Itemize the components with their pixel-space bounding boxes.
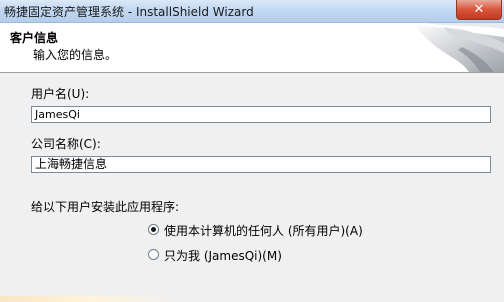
page-subtitle: 输入您的信息。 bbox=[33, 48, 118, 62]
username-label: 用户名(U): bbox=[31, 87, 90, 101]
install-for-label: 给以下用户安装此应用程序: bbox=[31, 200, 180, 214]
title-bar: 畅捷固定资产管理系统 - InstallShield Wizard ✕ bbox=[0, 0, 504, 23]
form-content: 用户名(U): JamesQi 公司名称(C): 上海畅捷信息 给以下用户安装此… bbox=[0, 73, 504, 302]
username-field[interactable]: JamesQi bbox=[31, 106, 491, 123]
radio-only-me[interactable] bbox=[148, 249, 159, 260]
option-all-users-label[interactable]: 使用本计算机的任何人 (所有用户)(A) bbox=[164, 222, 363, 239]
company-field[interactable]: 上海畅捷信息 bbox=[31, 156, 491, 173]
close-icon: ✕ bbox=[473, 2, 485, 17]
company-label: 公司名称(C): bbox=[31, 137, 101, 151]
close-button[interactable]: ✕ bbox=[456, 0, 502, 20]
option-only-me-label[interactable]: 只为我 (JamesQi)(M) bbox=[164, 247, 282, 264]
window-title: 畅捷固定资产管理系统 - InstallShield Wizard bbox=[4, 5, 254, 19]
installshield-banner-icon bbox=[414, 23, 504, 72]
bottom-edge bbox=[0, 296, 504, 302]
radio-selected-dot bbox=[151, 227, 156, 232]
radio-all-users[interactable] bbox=[148, 224, 159, 235]
wizard-header: 客户信息 输入您的信息。 bbox=[0, 23, 504, 73]
page-title: 客户信息 bbox=[10, 31, 59, 45]
